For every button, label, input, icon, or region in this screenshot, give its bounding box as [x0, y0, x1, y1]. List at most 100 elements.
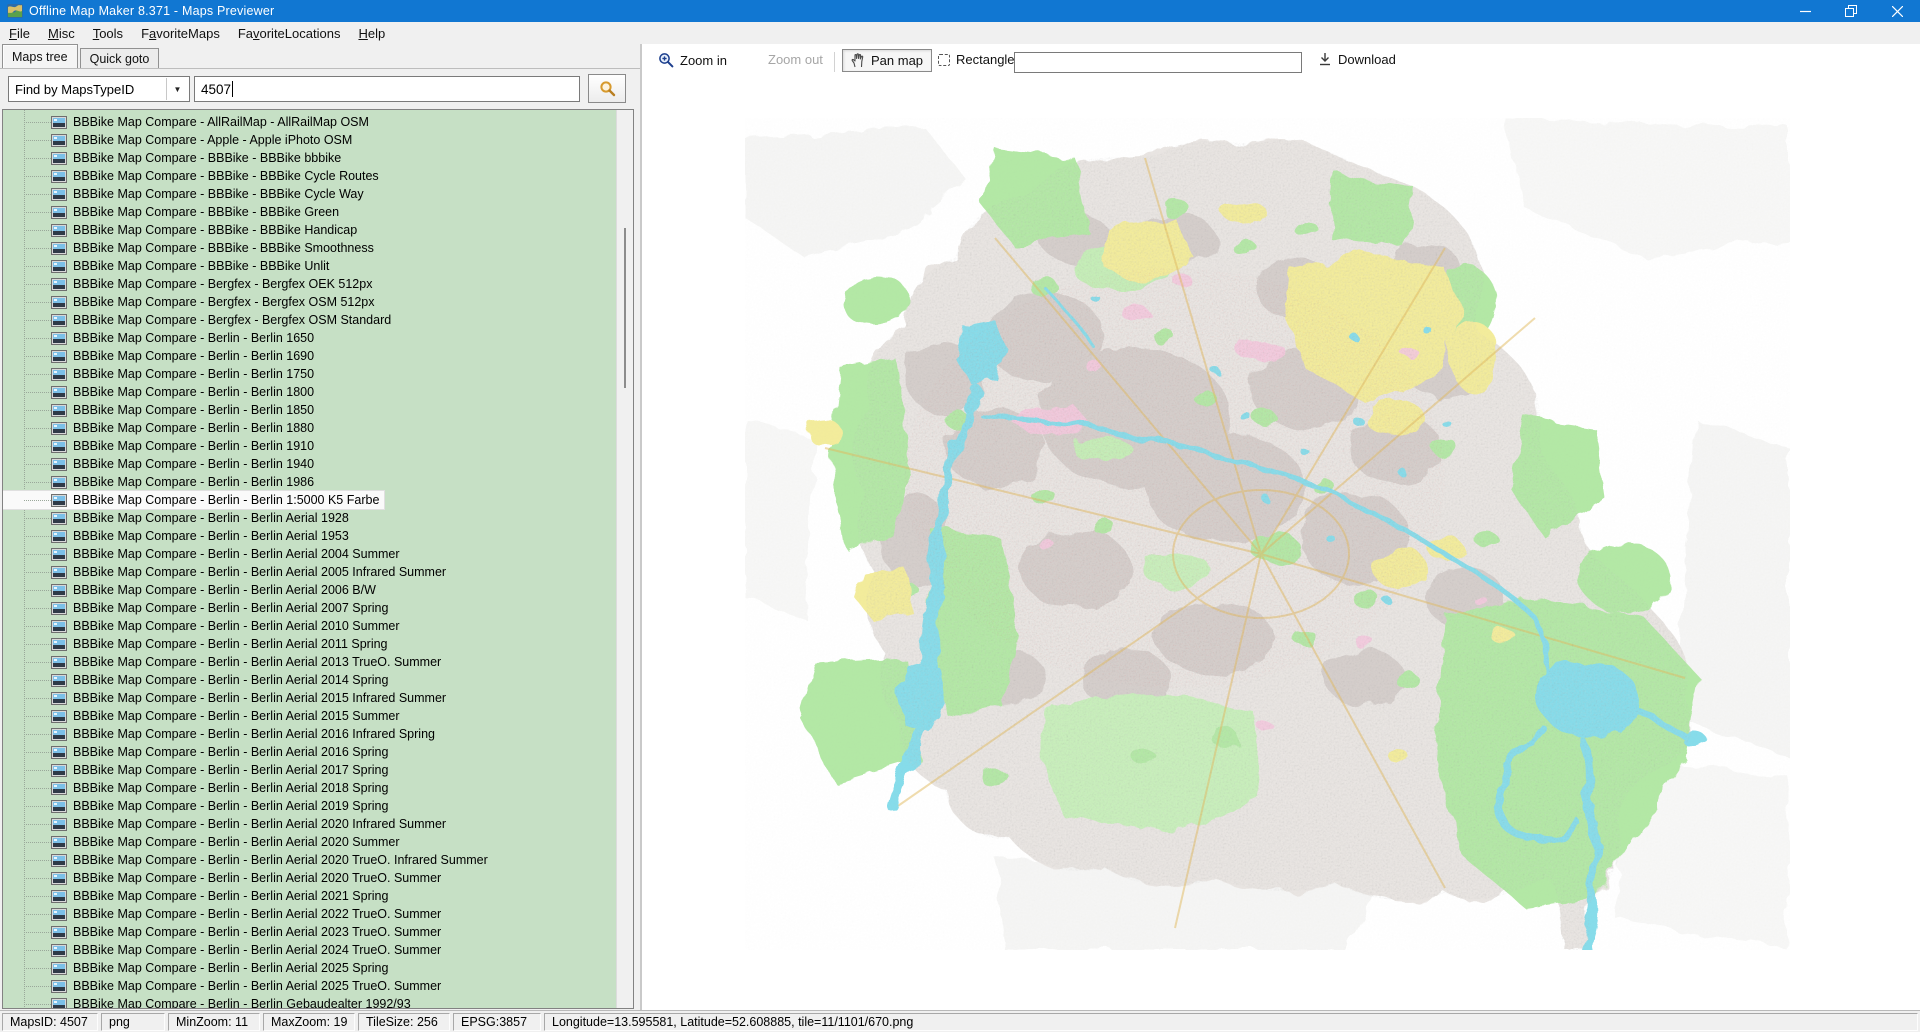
zoom-in-button[interactable]: Zoom in	[650, 49, 735, 71]
chevron-down-icon[interactable]: ▼	[166, 78, 188, 100]
tree-item[interactable]: BBBike Map Compare - Berlin - Berlin Aer…	[3, 923, 446, 941]
tree-item[interactable]: BBBike Map Compare - Berlin - Berlin Aer…	[3, 761, 393, 779]
tree-item[interactable]: BBBike Map Compare - Berlin - Berlin Aer…	[3, 833, 405, 851]
tree-item[interactable]: BBBike Map Compare - Berlin - Berlin Aer…	[3, 815, 451, 833]
tree-item[interactable]: BBBike Map Compare - BBBike - BBBike Cyc…	[3, 185, 369, 203]
tree-item[interactable]: BBBike Map Compare - AllRailMap - AllRai…	[3, 113, 374, 131]
tree-item[interactable]: BBBike Map Compare - Berlin - Berlin Aer…	[3, 887, 393, 905]
toolbar-input[interactable]	[1014, 52, 1302, 73]
tree-item[interactable]: BBBike Map Compare - BBBike - BBBike Cyc…	[3, 167, 384, 185]
tree-item[interactable]: BBBike Map Compare - Berlin - Berlin Aer…	[3, 905, 446, 923]
tree-item[interactable]: BBBike Map Compare - Berlin - Berlin Aer…	[3, 869, 446, 887]
tree-connector	[24, 824, 51, 825]
close-button[interactable]	[1874, 0, 1920, 22]
map-thumbnail-icon	[51, 440, 67, 453]
tree-item[interactable]: BBBike Map Compare - Berlin - Berlin 188…	[3, 419, 319, 437]
search-icon	[599, 80, 616, 97]
tree-item[interactable]: BBBike Map Compare - Berlin - Berlin 191…	[3, 437, 319, 455]
tree-item-label: BBBike Map Compare - BBBike - BBBike Gre…	[73, 205, 339, 219]
tree-item-label: BBBike Map Compare - BBBike - BBBike Unl…	[73, 259, 329, 273]
tree-item[interactable]: BBBike Map Compare - BBBike - BBBike Unl…	[3, 257, 334, 275]
tree-item[interactable]: BBBike Map Compare - Berlin - Berlin Aer…	[3, 743, 393, 761]
tree-item[interactable]: BBBike Map Compare - Berlin - Berlin Aer…	[3, 797, 393, 815]
rectangle-button[interactable]: Rectangle	[930, 49, 1023, 70]
maps-tree-list[interactable]: BBBike Map Compare - AllRailMap - AllRai…	[3, 110, 616, 1008]
search-input[interactable]: 4507	[194, 76, 580, 102]
tree-item[interactable]: BBBike Map Compare - BBBike - BBBike Gre…	[3, 203, 344, 221]
tree-item-label: BBBike Map Compare - Berlin - Berlin 191…	[73, 439, 314, 453]
tree-item[interactable]: BBBike Map Compare - Berlin - Berlin Aer…	[3, 509, 354, 527]
tree-connector	[24, 680, 51, 681]
find-by-dropdown[interactable]: Find by MapsTypeID ▼	[8, 76, 190, 102]
tree-item[interactable]: BBBike Map Compare - Berlin - Berlin Aer…	[3, 563, 451, 581]
tree-item[interactable]: BBBike Map Compare - Berlin - Berlin Aer…	[3, 941, 446, 959]
tree-item[interactable]: BBBike Map Compare - BBBike - BBBike bbb…	[3, 149, 346, 167]
tree-item-label: BBBike Map Compare - Berlin - Berlin 165…	[73, 331, 314, 345]
tree-item[interactable]: BBBike Map Compare - Berlin - Berlin Aer…	[3, 635, 393, 653]
minimize-button[interactable]	[1782, 0, 1828, 22]
tree-scrollbar[interactable]	[616, 110, 633, 1008]
tree-item[interactable]: BBBike Map Compare - Berlin - Berlin Aer…	[3, 617, 405, 635]
pan-map-button[interactable]: Pan map	[842, 49, 932, 72]
tree-item[interactable]: BBBike Map Compare - Berlin - Berlin 165…	[3, 329, 319, 347]
menu-misc[interactable]: Misc	[39, 22, 84, 44]
tree-item[interactable]: BBBike Map Compare - Berlin - Berlin Aer…	[3, 689, 451, 707]
tree-item[interactable]: BBBike Map Compare - Apple - Apple iPhot…	[3, 131, 357, 149]
tree-item[interactable]: BBBike Map Compare - Berlin - Berlin Aer…	[3, 851, 493, 869]
menu-file[interactable]: File	[0, 22, 39, 44]
tree-item[interactable]: BBBike Map Compare - Berlin - Berlin Aer…	[3, 959, 393, 977]
window-title: Offline Map Maker 8.371 - Maps Previewer	[29, 4, 274, 18]
tree-item[interactable]: BBBike Map Compare - Berlin - Berlin 180…	[3, 383, 319, 401]
tree-item[interactable]: BBBike Map Compare - Berlin - Berlin 1:5…	[3, 491, 384, 509]
tree-item[interactable]: BBBike Map Compare - Berlin - Berlin 185…	[3, 401, 319, 419]
tree-connector	[24, 716, 51, 717]
tree-item[interactable]: BBBike Map Compare - Berlin - Berlin 175…	[3, 365, 319, 383]
map-thumbnail-icon	[51, 710, 67, 723]
map-thumbnail-icon	[51, 170, 67, 183]
tree-item[interactable]: BBBike Map Compare - Berlin - Berlin Aer…	[3, 581, 381, 599]
restore-button[interactable]	[1828, 0, 1874, 22]
map-thumbnail-icon	[51, 800, 67, 813]
tree-connector	[24, 788, 51, 789]
tree-item[interactable]: BBBike Map Compare - Berlin - Berlin Aer…	[3, 725, 440, 743]
tree-item[interactable]: BBBike Map Compare - Berlin - Berlin Aer…	[3, 527, 354, 545]
tree-item[interactable]: BBBike Map Compare - Berlin - Berlin Aer…	[3, 599, 393, 617]
tree-item[interactable]: BBBike Map Compare - BBBike - BBBike Han…	[3, 221, 362, 239]
map-thumbnail-icon	[51, 962, 67, 975]
map-thumbnail-icon	[51, 386, 67, 399]
tree-item[interactable]: BBBike Map Compare - Berlin - Berlin Aer…	[3, 653, 446, 671]
tree-item[interactable]: BBBike Map Compare - Bergfex - Bergfex O…	[3, 275, 377, 293]
tab-maps-tree[interactable]: Maps tree	[2, 44, 78, 68]
menu-tools[interactable]: Tools	[84, 22, 132, 44]
tree-item[interactable]: BBBike Map Compare - Bergfex - Bergfex O…	[3, 293, 380, 311]
download-button[interactable]: Download	[1310, 49, 1404, 70]
tree-item[interactable]: BBBike Map Compare - Berlin - Berlin Aer…	[3, 977, 446, 995]
tree-item[interactable]: BBBike Map Compare - Bergfex - Bergfex O…	[3, 311, 396, 329]
menu-favoritelocations[interactable]: FavoriteLocations	[229, 22, 350, 44]
tree-item[interactable]: BBBike Map Compare - Berlin - Berlin 198…	[3, 473, 319, 491]
tree-item[interactable]: BBBike Map Compare - Berlin - Berlin Aer…	[3, 545, 405, 563]
map-thumbnail-icon	[51, 134, 67, 147]
zoom-out-button[interactable]: Zoom out	[760, 49, 831, 70]
menu-help[interactable]: Help	[349, 22, 394, 44]
map-viewport[interactable]	[642, 75, 1920, 1010]
tree-item[interactable]: BBBike Map Compare - Berlin - Berlin 169…	[3, 347, 319, 365]
tree-item[interactable]: BBBike Map Compare - Berlin - Berlin Aer…	[3, 707, 405, 725]
tree-item[interactable]: BBBike Map Compare - Berlin - Berlin Geb…	[3, 995, 416, 1008]
map-thumbnail-icon	[51, 566, 67, 579]
tree-item[interactable]: BBBike Map Compare - Berlin - Berlin Aer…	[3, 779, 393, 797]
tree-item[interactable]: BBBike Map Compare - BBBike - BBBike Smo…	[3, 239, 379, 257]
tree-item-label: BBBike Map Compare - Berlin - Berlin Aer…	[73, 799, 388, 813]
menu-favoritemaps[interactable]: FavoriteMaps	[132, 22, 229, 44]
tree-item-label: BBBike Map Compare - Berlin - Berlin 194…	[73, 457, 314, 471]
tree-scrollbar-thumb[interactable]	[624, 228, 626, 388]
map-thumbnail-icon	[51, 836, 67, 849]
tree-item-label: BBBike Map Compare - Berlin - Berlin Aer…	[73, 601, 388, 615]
tree-item[interactable]: BBBike Map Compare - Berlin - Berlin 194…	[3, 455, 319, 473]
maps-tree-page: Find by MapsTypeID ▼ 4507 B	[0, 68, 640, 1010]
map-thumbnail-icon	[51, 926, 67, 939]
tree-item[interactable]: BBBike Map Compare - Berlin - Berlin Aer…	[3, 671, 393, 689]
tab-quick-goto[interactable]: Quick goto	[80, 48, 160, 68]
tree-item-label: BBBike Map Compare - Berlin - Berlin Aer…	[73, 763, 388, 777]
search-button[interactable]	[588, 74, 626, 103]
